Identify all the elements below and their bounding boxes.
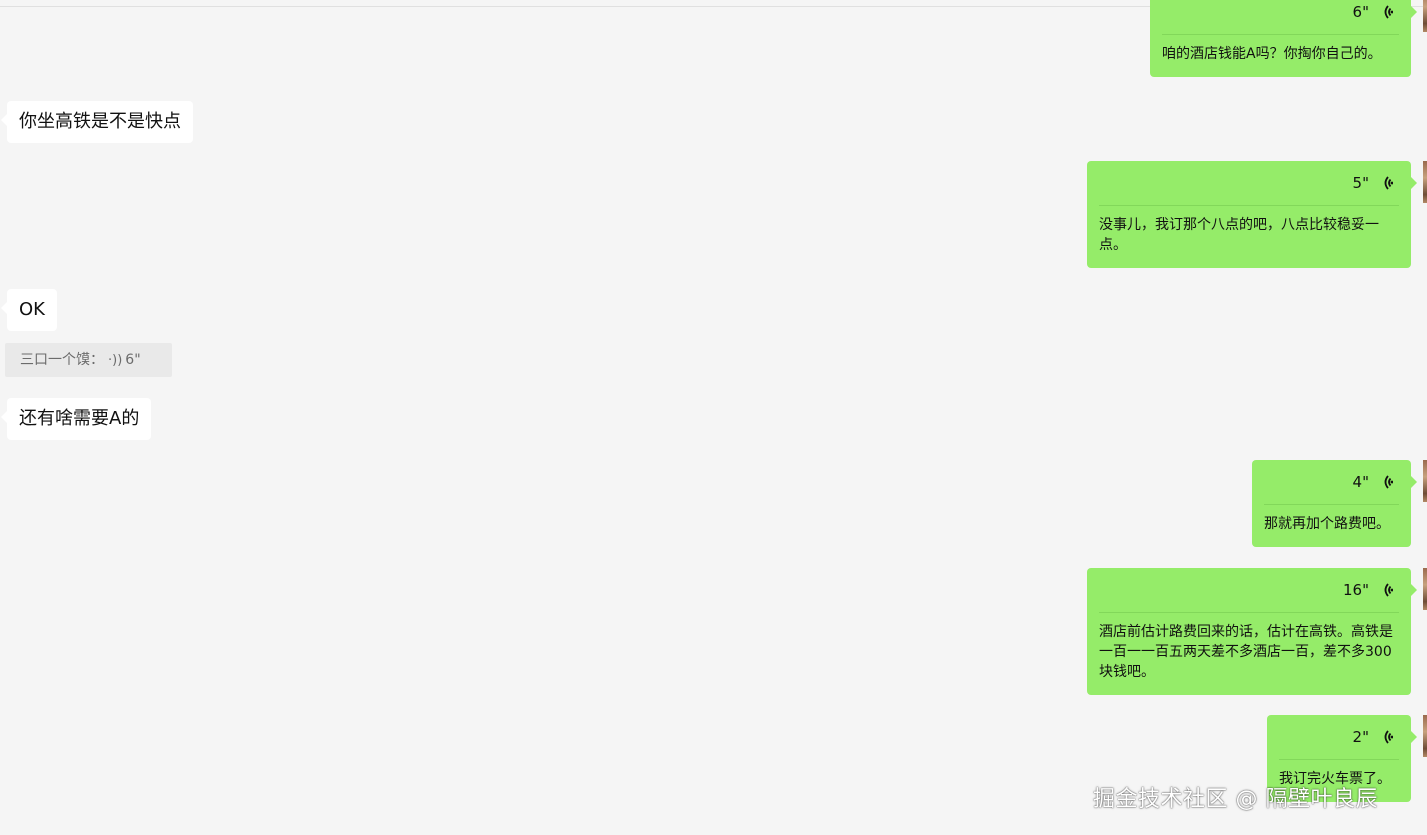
voice-wave-icon: ·))	[108, 353, 123, 368]
voice-header[interactable]: 5"	[1099, 161, 1399, 206]
avatar[interactable]	[1423, 715, 1427, 757]
voice-header[interactable]: 6"	[1162, 0, 1399, 35]
voice-wave-icon	[1384, 176, 1393, 190]
voice-transcript: 那就再加个路费吧。	[1264, 516, 1390, 532]
message-text: OK	[19, 299, 45, 320]
incoming-text-message[interactable]: 还有啥需要A的	[0, 398, 152, 440]
voice-duration: 6"	[1352, 3, 1369, 21]
voice-wave-icon	[1384, 583, 1393, 597]
incoming-text-message[interactable]: 你坐高铁是不是快点	[1, 101, 193, 143]
voice-transcript: 咱的酒店钱能A吗？你掏你自己的。	[1162, 46, 1382, 62]
avatar[interactable]	[1423, 568, 1427, 610]
voice-sender: 三口一个馍：	[20, 352, 104, 368]
incoming-text-message[interactable]: OK	[1, 289, 57, 331]
voice-transcript: 没事儿，我订那个八点的吧，八点比较稳妥一点。	[1099, 217, 1379, 253]
voice-duration: 2"	[1352, 728, 1369, 746]
outgoing-voice-message[interactable]: 5" 没事儿，我订那个八点的吧，八点比较稳妥一点。	[1087, 161, 1417, 268]
outgoing-voice-message[interactable]: 6" 咱的酒店钱能A吗？你掏你自己的。	[1150, 0, 1417, 77]
voice-duration: 4"	[1352, 473, 1369, 491]
voice-duration: 16"	[1343, 581, 1369, 599]
voice-wave-icon	[1384, 730, 1393, 744]
voice-transcript: 酒店前估计路费回来的话，估计在高铁。高铁是一百一一百五两天差不多酒店一百，差不多…	[1099, 624, 1393, 680]
voice-duration: 5"	[1352, 174, 1369, 192]
outgoing-voice-message[interactable]: 16" 酒店前估计路费回来的话，估计在高铁。高铁是一百一一百五两天差不多酒店一百…	[1087, 568, 1417, 695]
message-text: 你坐高铁是不是快点	[19, 111, 181, 132]
watermark: 掘金技术社区 @ 隔壁叶良辰	[1093, 787, 1378, 812]
avatar[interactable]	[1423, 460, 1427, 502]
avatar[interactable]	[1423, 0, 1427, 32]
voice-header[interactable]: 16"	[1099, 568, 1399, 613]
message-text: 还有啥需要A的	[19, 408, 140, 429]
collapsed-voice-message[interactable]: 三口一个馍： ·)) 6"	[5, 343, 172, 377]
voice-wave-icon	[1384, 475, 1393, 489]
outgoing-voice-message[interactable]: 4" 那就再加个路费吧。	[1252, 460, 1417, 547]
voice-header[interactable]: 4"	[1264, 460, 1399, 505]
voice-wave-icon	[1384, 5, 1393, 19]
avatar[interactable]	[1423, 161, 1427, 203]
voice-header[interactable]: 2"	[1279, 715, 1399, 760]
voice-duration: 6"	[125, 352, 141, 368]
